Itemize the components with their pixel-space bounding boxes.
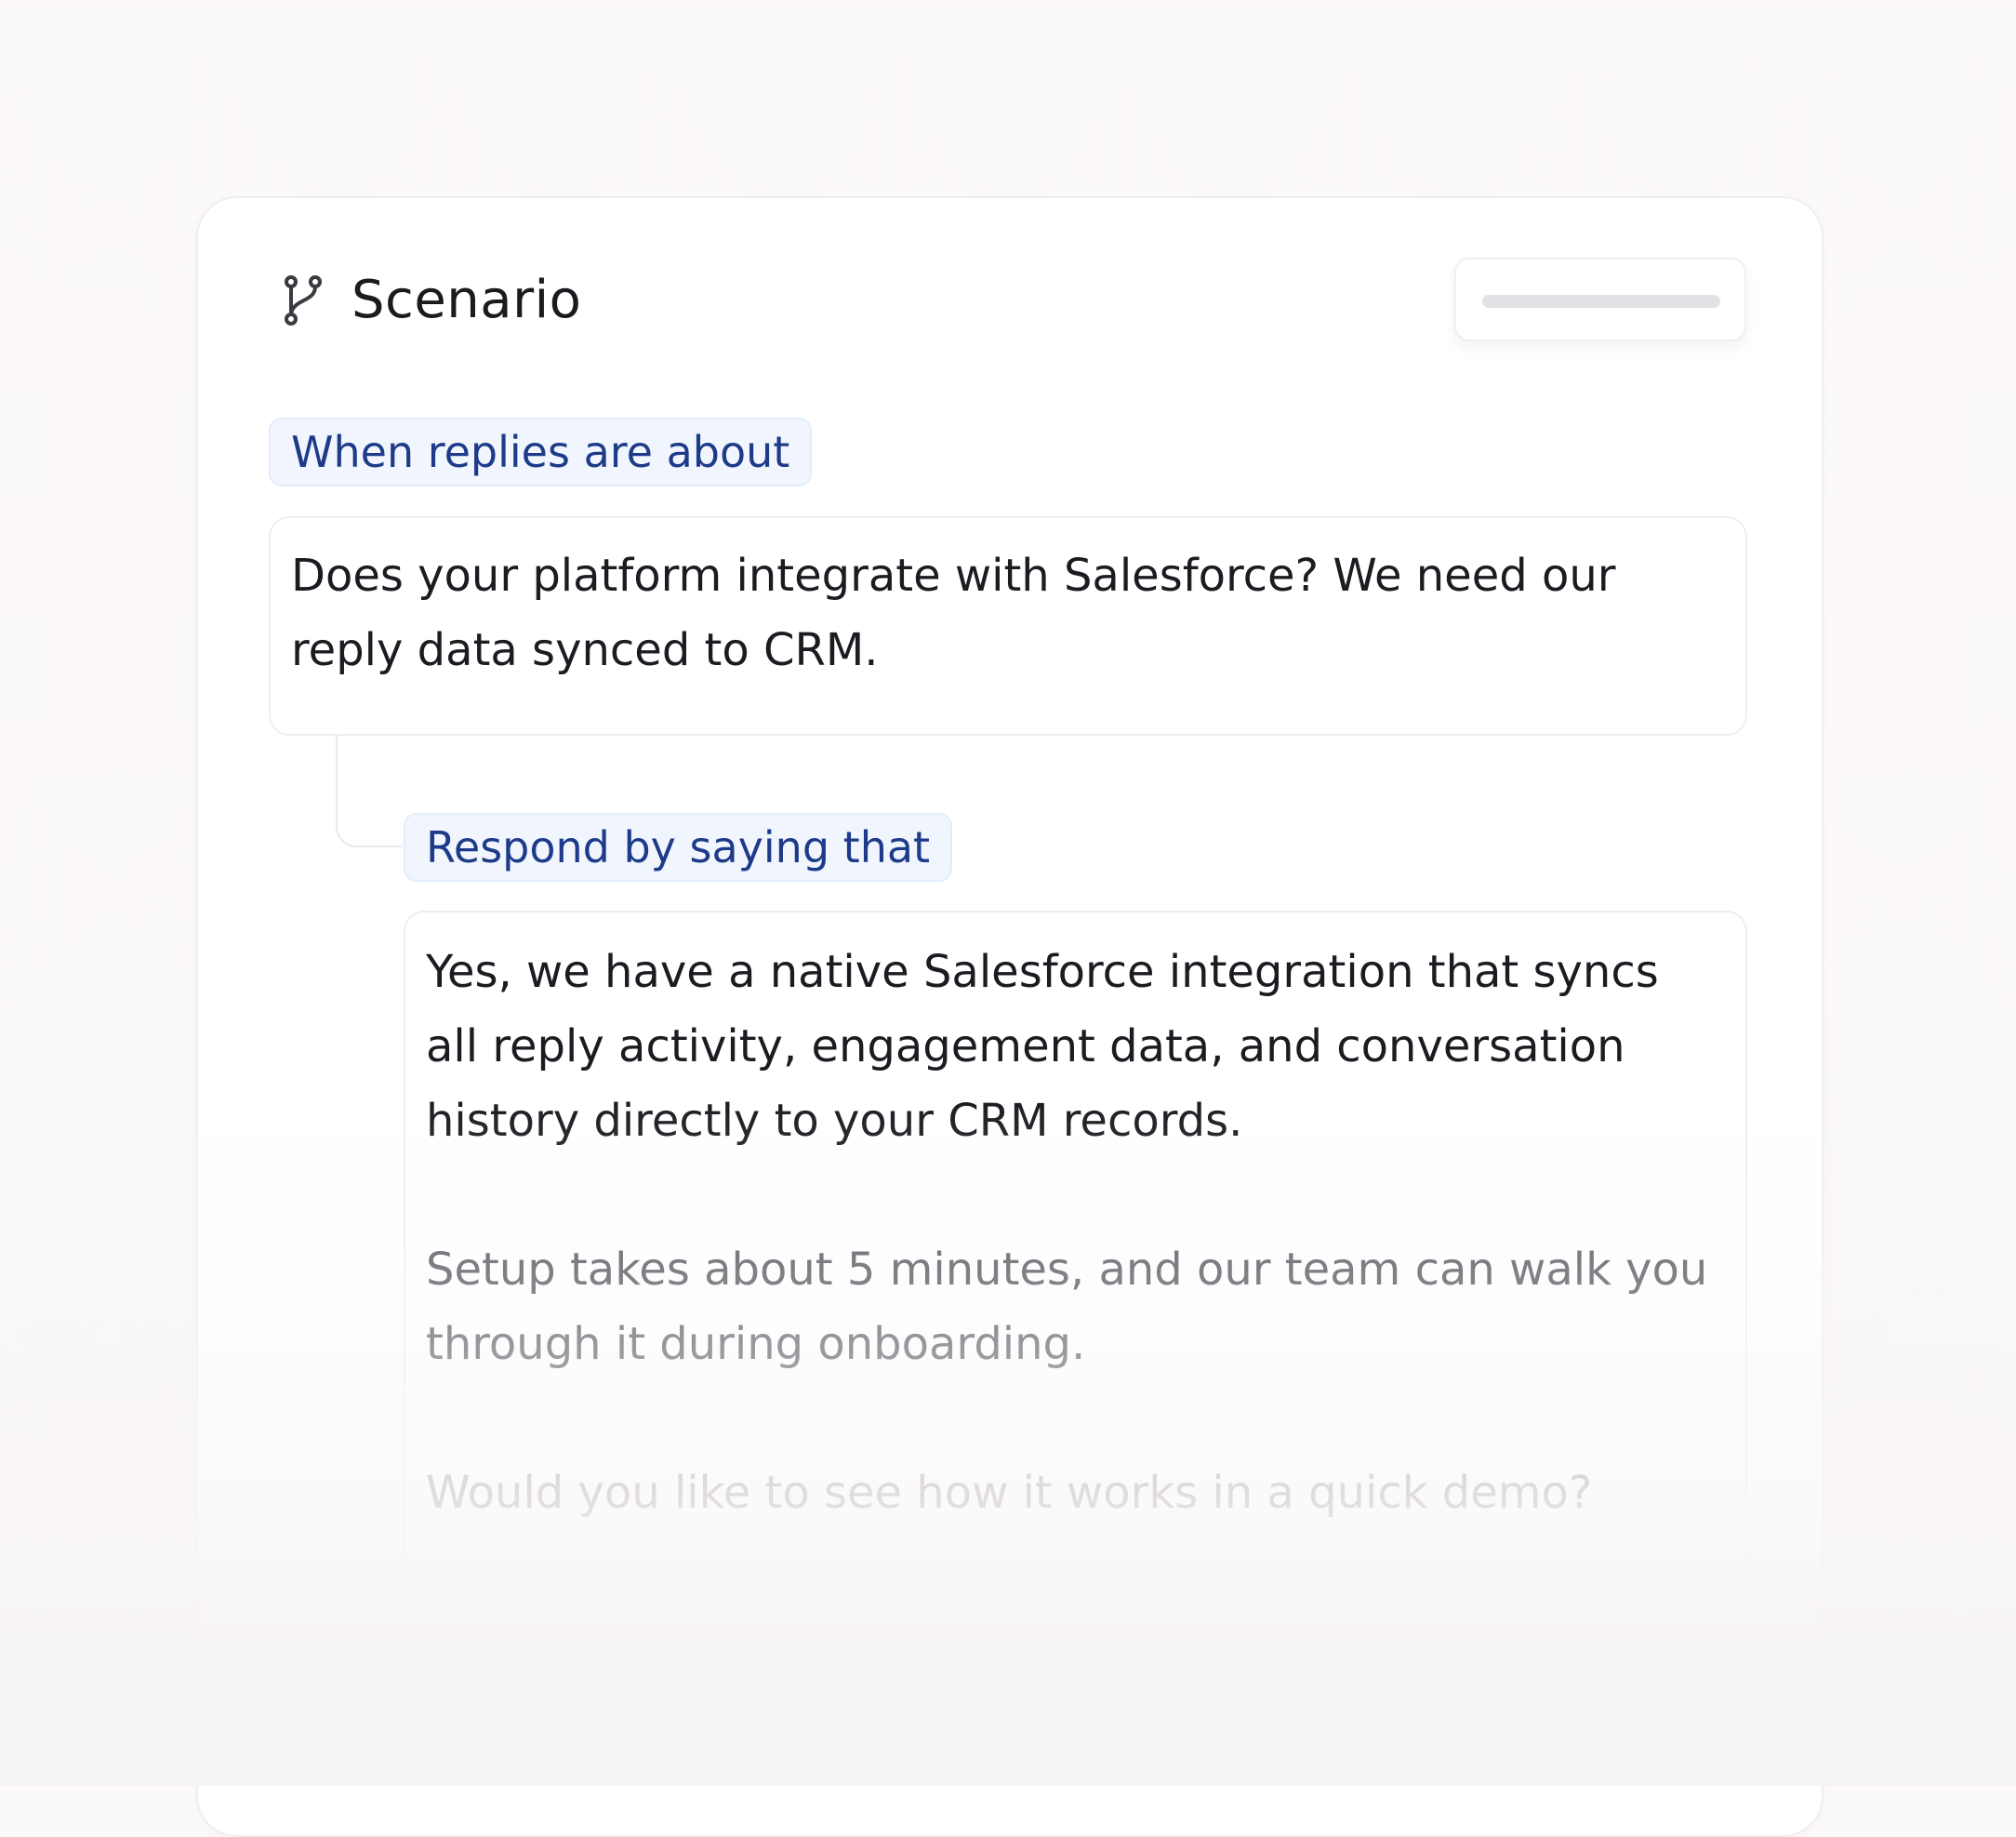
response-label-pill: Respond by saying that (404, 813, 953, 882)
response-paragraph: Setup takes about 5 minutes, and our tea… (426, 1244, 1708, 1370)
git-branch-icon (280, 274, 326, 326)
response-paragraph: Would you like to see how it works in a … (426, 1467, 1593, 1519)
trigger-text-box[interactable]: Does your platform integrate with Salesf… (269, 516, 1747, 736)
skeleton-bar (1482, 295, 1720, 308)
response-text-box[interactable]: Yes, we have a native Salesforce integra… (404, 911, 1747, 1558)
scenario-card: Scenario When replies are about Does you… (196, 196, 1824, 1837)
response-paragraph: Yes, we have a native Salesforce integra… (426, 946, 1659, 1147)
branch-connector (336, 736, 403, 847)
scenario-title: Scenario (351, 270, 582, 330)
trigger-label-pill: When replies are about (269, 418, 813, 486)
header-placeholder-control[interactable] (1454, 258, 1746, 341)
